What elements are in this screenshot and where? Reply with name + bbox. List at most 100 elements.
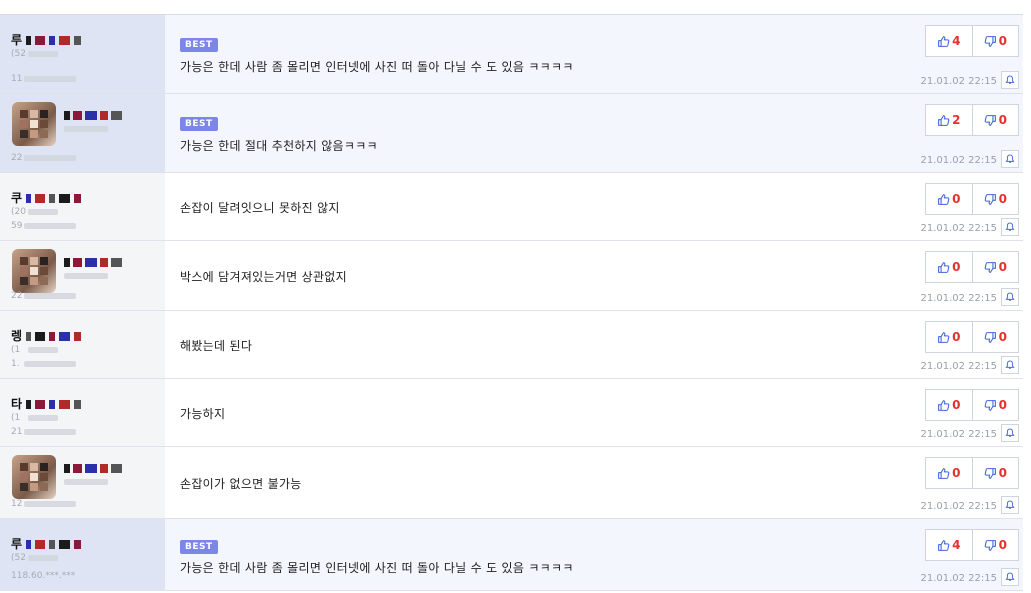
thumbs-up-icon [937,193,952,206]
author-ip-blurred [24,76,76,82]
downvote-button[interactable]: 0 [971,252,1019,282]
upvote-button[interactable]: 2 [926,105,972,135]
comment-date: 21.01.02 22:15 [920,223,997,234]
comment-author-panel: 22 [0,94,165,172]
upvote-button[interactable]: 0 [926,322,972,352]
downvote-count: 0 [998,192,1007,206]
downvote-count: 0 [998,398,1007,412]
best-badge: BEST [180,116,218,131]
downvote-button[interactable]: 0 [971,184,1019,214]
downvote-button[interactable]: 0 [971,105,1019,135]
author-nickname[interactable] [64,108,184,120]
upvote-button[interactable]: 0 [926,390,972,420]
comment-author-panel: 렝 (1 1. [0,311,165,378]
downvote-count: 0 [998,113,1007,127]
upvote-button[interactable]: 4 [926,26,972,56]
upvote-count: 0 [952,330,961,344]
author-ip-blurred [24,501,76,507]
downvote-count: 0 [998,34,1007,48]
author-level-blurred [28,347,58,353]
author-ip: 12 [11,499,23,509]
upvote-count: 4 [952,538,961,552]
vote-box: 00 [925,389,1019,421]
comment-author-panel: 루 (52 118.60.***.*** [0,519,165,590]
report-button[interactable] [1001,150,1019,168]
report-button[interactable] [1001,356,1019,374]
upvote-count: 2 [952,113,961,127]
vote-box: 40 [925,25,1019,57]
author-level-blurred [28,209,58,215]
author-level-blurred [28,51,58,57]
avatar[interactable] [12,249,56,293]
downvote-button[interactable]: 0 [971,390,1019,420]
upvote-button[interactable]: 0 [926,184,972,214]
comment-text: 손잡이 달려잇으니 못하진 않지 [180,201,340,215]
author-nickname-initial: 쿠 [11,191,23,205]
comment-row: 루 (52 11 BEST 가능은 한데 사람 좀 몰리면 인터넷에 사진 떠 돌아 다… [0,15,1023,94]
comment-row: 쿠 (20 59 손잡이 달려잇으니 못하진 않지 0 0 21.01.02 22:15 [0,173,1023,241]
thumbs-up-icon [937,539,952,552]
report-button[interactable] [1001,496,1019,514]
downvote-count: 0 [998,260,1007,274]
report-button[interactable] [1001,218,1019,236]
vote-box: 00 [925,321,1019,353]
author-nickname[interactable]: 쿠 [11,189,131,205]
vote-box: 00 [925,251,1019,283]
author-nickname[interactable]: 타 [11,395,131,411]
avatar[interactable] [12,455,56,499]
author-nickname-initial: 렝 [11,329,23,343]
thumbs-up-icon [937,35,952,48]
comment-text: 해봤는데 된다 [180,339,253,353]
downvote-button[interactable]: 0 [971,530,1019,560]
author-nickname[interactable] [64,461,184,473]
upvote-count: 0 [952,466,961,480]
upvote-button[interactable]: 4 [926,530,972,560]
comment-date: 21.01.02 22:15 [920,293,997,304]
downvote-count: 0 [998,330,1007,344]
upvote-count: 0 [952,260,961,274]
author-nickname[interactable]: 루 [11,535,131,551]
report-button[interactable] [1001,288,1019,306]
upvote-button[interactable]: 0 [926,458,972,488]
vote-box: 00 [925,457,1019,489]
author-ip-blurred [24,361,76,367]
downvote-button[interactable]: 0 [971,26,1019,56]
bell-icon [1005,428,1015,438]
author-ip: 59 [11,221,23,231]
author-nickname[interactable]: 렝 [11,327,131,343]
author-ip-blurred [24,155,76,161]
comment-text: 가능은 한데 절대 추천하지 않음ㅋㅋㅋ [180,139,378,154]
thumbs-up-icon [937,114,952,127]
thumbs-down-icon [984,193,999,206]
comment-date: 21.01.02 22:15 [920,429,997,440]
author-level-blurred [64,126,108,132]
author-level: (1 [11,345,21,355]
thumbs-down-icon [984,399,999,412]
comment-date: 21.01.02 22:15 [920,361,997,372]
thumbs-down-icon [984,331,999,344]
author-ip-blurred [24,293,76,299]
bell-icon [1005,222,1015,232]
comment-author-panel: 쿠 (20 59 [0,173,165,240]
comment-row: 렝 (1 1. 해봤는데 된다 0 0 21.01.02 22:15 [0,311,1023,379]
author-nickname-initial: 루 [11,33,23,47]
thumbs-up-icon [937,399,952,412]
comment-row: 12 손잡이가 없으면 불가능 0 0 21.01.02 22:15 [0,447,1023,519]
report-button[interactable] [1001,568,1019,586]
report-button[interactable] [1001,424,1019,442]
avatar[interactable] [12,102,56,146]
upvote-button[interactable]: 0 [926,252,972,282]
author-nickname[interactable]: 루 [11,31,131,47]
report-button[interactable] [1001,71,1019,89]
downvote-button[interactable]: 0 [971,458,1019,488]
bell-icon [1005,572,1015,582]
comment-text: 가능은 한데 사람 좀 몰리면 인터넷에 사진 떠 돌아 다닐 수 도 있음 ㅋ… [180,560,574,575]
comment-date: 21.01.02 22:15 [920,76,997,87]
author-nickname[interactable] [64,255,184,267]
downvote-button[interactable]: 0 [971,322,1019,352]
bell-icon [1005,75,1015,85]
comment-text: 가능은 한데 사람 좀 몰리면 인터넷에 사진 떠 돌아 다닐 수 도 있음 ㅋ… [180,60,574,75]
author-ip: 22 [11,291,23,301]
author-ip: 11 [11,74,23,84]
author-level-blurred [64,479,108,485]
